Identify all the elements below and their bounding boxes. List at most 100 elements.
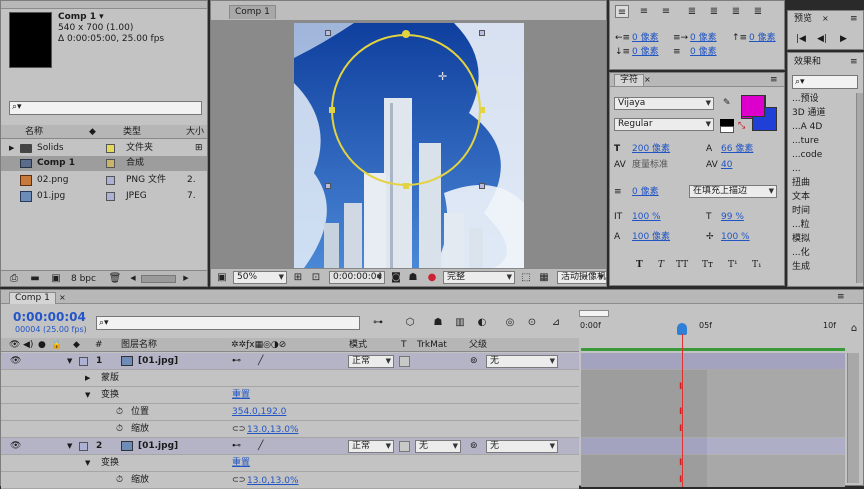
label-column-icon[interactable]: ◆ (73, 339, 80, 351)
effects-category[interactable]: 时间 (792, 205, 810, 217)
effects-category[interactable]: 生成 (792, 261, 810, 273)
layer-bounds-handle[interactable] (479, 30, 485, 36)
panel-menu-icon[interactable]: ≡ (850, 56, 858, 68)
quality-switch-icon[interactable]: ╱ (258, 355, 263, 367)
justify-left-icon[interactable]: ≣ (685, 5, 699, 18)
reset-transform-link[interactable]: 重置 (232, 457, 250, 469)
all-caps-button[interactable]: TT (676, 259, 688, 271)
ellipse-mask[interactable] (331, 34, 481, 186)
scroll-left-icon[interactable]: ◀ (126, 272, 140, 285)
grid-icon[interactable]: ⊞ (291, 271, 305, 284)
frame-blending-icon[interactable]: ▥ (453, 316, 467, 329)
vertical-scale-value[interactable]: 100 % (632, 211, 661, 223)
new-comp-icon[interactable]: ▣ (49, 272, 63, 285)
space-before-value[interactable]: 0 像素 (632, 46, 659, 58)
column-trkmat[interactable]: TrkMat (417, 339, 447, 351)
mask-group-row[interactable]: ▶ 蒙版 (1, 370, 579, 387)
layer-name[interactable]: [01.jpg] (138, 355, 178, 367)
tab-comp1-timeline[interactable]: Comp 1 (9, 292, 56, 304)
visibility-eye-icon[interactable]: 👁 (10, 440, 21, 452)
transform-group-row[interactable]: ▼ 变换 重置 (1, 387, 579, 404)
font-family-dropdown[interactable]: Vijaya (614, 97, 714, 110)
superscript-button[interactable]: T¹ (728, 259, 738, 271)
blend-mode-dropdown[interactable]: 正常 (348, 440, 394, 453)
faux-bold-button[interactable]: T (636, 259, 643, 271)
justify-all-icon[interactable]: ≣ (751, 5, 765, 18)
auto-keyframe-icon[interactable]: ⊙ (525, 316, 539, 329)
quality-switch-icon[interactable]: ╱ (258, 440, 263, 452)
pickwhip-icon[interactable]: ⊚ (470, 440, 478, 452)
track-matte-dropdown[interactable]: 无 (415, 440, 461, 453)
layer-bounds-handle[interactable] (325, 30, 331, 36)
transform-group-row[interactable]: ▼ 变换 重置 (1, 455, 579, 472)
baseline-shift-value[interactable]: 100 像素 (632, 231, 670, 243)
column-number[interactable]: # (95, 339, 103, 351)
indent-right-value[interactable]: 0 像素 (690, 32, 717, 44)
column-mode[interactable]: 模式 (349, 339, 367, 351)
swap-colors-icon[interactable]: ⤡ (738, 120, 745, 132)
layer-row[interactable]: 👁 ▼ 1 [01.jpg] ⊷ ╱ 正常 ⊚ 无 (1, 353, 579, 370)
column-parent[interactable]: 父级 (469, 339, 487, 351)
scale-value[interactable]: 13.0,13.0% (247, 475, 299, 487)
column-name[interactable]: 名称 (25, 126, 43, 138)
label-color-swatch[interactable] (106, 192, 115, 201)
close-icon[interactable]: × (644, 74, 651, 86)
snapshot-icon[interactable]: ◙ (389, 271, 403, 284)
safe-zones-icon[interactable]: ⊡ (309, 271, 323, 284)
mask-vertex-handle[interactable] (403, 183, 409, 189)
play-button[interactable]: ▶ (840, 33, 847, 45)
layer-bounds-handle[interactable] (325, 183, 331, 189)
tab-comp1[interactable]: Comp 1 (229, 5, 276, 19)
twirl-open-icon[interactable]: ▼ (85, 389, 90, 401)
comp-mini-flowchart-icon[interactable]: ⊶ (371, 316, 385, 329)
preserve-transparency-checkbox[interactable] (399, 356, 410, 367)
layer-row[interactable]: 👁 ▼ 2 [01.jpg] ⊷ ╱ 正常 无 ⊚ 无 (1, 438, 579, 455)
show-snapshot-icon[interactable]: ☗ (406, 271, 420, 284)
layer-label-swatch[interactable] (79, 357, 88, 366)
parent-dropdown[interactable]: 无 (486, 440, 558, 453)
default-colors-icon-white[interactable] (720, 126, 734, 133)
scroll-right-icon[interactable]: ▶ (179, 272, 193, 285)
zoom-dropdown[interactable]: 50% (233, 271, 287, 284)
effects-search-input[interactable]: ⌕▾ (792, 75, 858, 89)
effects-category[interactable]: 文本 (792, 191, 810, 203)
stroke-width-value[interactable]: 0 像素 (632, 186, 659, 198)
layer-bounds-handle[interactable] (479, 183, 485, 189)
draft-3d-icon[interactable]: ⬡ (403, 316, 417, 329)
effects-category[interactable]: 模拟 (792, 233, 810, 245)
font-style-dropdown[interactable]: Regular (614, 118, 714, 131)
justify-center-icon[interactable]: ≣ (707, 5, 721, 18)
indent-left-value[interactable]: 0 像素 (632, 32, 659, 44)
justify-right-icon[interactable]: ≣ (729, 5, 743, 18)
project-item-comp1[interactable]: Comp 1 合成 (1, 156, 207, 171)
parent-dropdown[interactable]: 无 (486, 355, 558, 368)
previous-frame-button[interactable]: ◀| (817, 33, 827, 45)
constrain-proportions-icon[interactable]: ⊂⊃ (232, 423, 245, 435)
first-frame-button[interactable]: |◀ (796, 33, 806, 45)
project-item-01jpg[interactable]: 01.jpg JPEG 7. (1, 189, 207, 204)
effects-category[interactable]: 3D 通道 (792, 107, 826, 119)
effects-category[interactable]: ...预设 (792, 93, 819, 105)
column-size[interactable]: 大小 (186, 126, 204, 138)
solo-column-icon[interactable]: ● (38, 339, 46, 351)
column-t[interactable]: T (401, 339, 407, 351)
twirl-open-icon[interactable]: ▼ (67, 355, 72, 367)
transparency-grid-icon[interactable]: ▦ (537, 271, 551, 284)
region-of-interest-icon[interactable]: ⬚ (519, 271, 533, 284)
time-ruler[interactable]: 0:00f 05f 10f (579, 308, 845, 338)
align-center-icon[interactable]: ≡ (637, 5, 651, 18)
default-colors-icon[interactable] (720, 119, 734, 126)
project-search-input[interactable]: ⌕▾ (9, 101, 202, 115)
stroke-mode-dropdown[interactable]: 在填充上描边 (689, 185, 777, 198)
always-preview-icon[interactable]: ▣ (215, 271, 229, 284)
viewer-timecode[interactable]: 0:00:00:04 (329, 271, 385, 284)
indent-first-value[interactable]: 0 像素 (749, 32, 776, 44)
stopwatch-icon[interactable]: ⏱ (116, 406, 123, 418)
effects-category[interactable]: ...ture (792, 135, 819, 147)
scale-property-row[interactable]: ⏱ 缩放 ⊂⊃ 13.0,13.0% (1, 472, 579, 489)
panel-menu-icon[interactable]: ≡ (837, 291, 845, 303)
current-time-indicator-line[interactable] (682, 334, 683, 487)
small-caps-button[interactable]: Tт (702, 259, 713, 271)
eyedropper-icon[interactable]: ✎ (723, 97, 731, 109)
effects-category[interactable]: 扭曲 (792, 177, 810, 189)
